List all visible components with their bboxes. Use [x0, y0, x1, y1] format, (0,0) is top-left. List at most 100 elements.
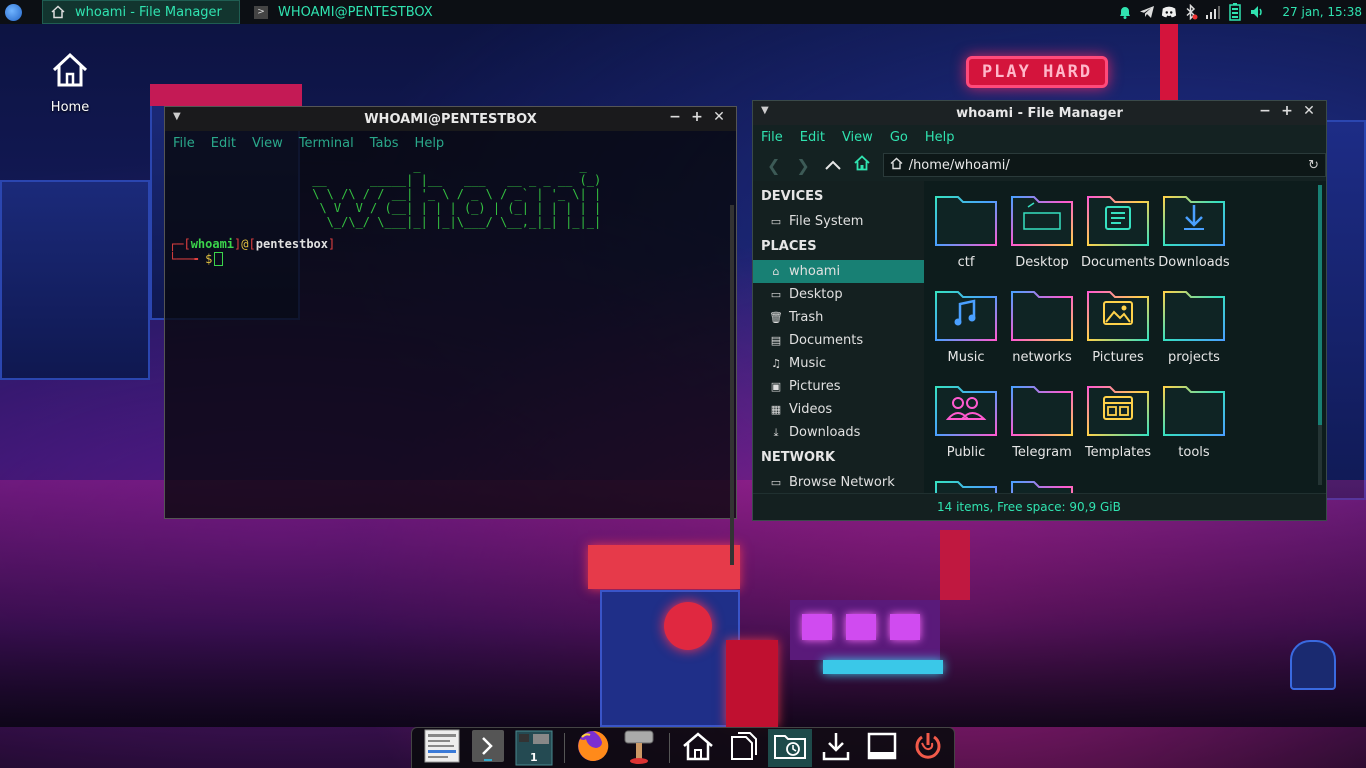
hammer-launcher[interactable] [617, 729, 661, 767]
folder-icon [1162, 291, 1226, 346]
prompt-user: whoami [190, 237, 235, 251]
back-button[interactable]: ❮ [759, 156, 788, 175]
folder-item[interactable]: Public [928, 383, 1004, 460]
bluetooth-icon[interactable] [1183, 4, 1199, 20]
sidebar-item-file-system[interactable]: ▭ File System [753, 210, 924, 233]
taskbar-terminal[interactable]: > WHOAMI@PENTESTBOX [246, 0, 441, 24]
file-manager-titlebar[interactable]: ▼ whoami - File Manager − + ✕ [753, 101, 1326, 125]
sidebar-item-whoami[interactable]: ⌂ whoami [753, 260, 924, 283]
menu-file[interactable]: File [173, 136, 195, 151]
location-path: /home/whoami/ [908, 157, 1010, 173]
terminal-launcher[interactable] [466, 729, 510, 767]
folder-item[interactable]: Pictures [1080, 288, 1156, 365]
reload-icon[interactable]: ↻ [1308, 158, 1319, 173]
volume-icon[interactable] [1249, 4, 1265, 20]
sidebar-item-downloads[interactable]: ⤓ Downloads [753, 421, 924, 444]
signal-strength-icon[interactable] [1205, 4, 1221, 20]
scrollbar-thumb[interactable] [1318, 185, 1322, 425]
location-bar[interactable]: /home/whoami/ ↻ [882, 153, 1327, 177]
downloads-launcher[interactable] [814, 729, 858, 767]
icon-view-scrollbar[interactable] [1318, 185, 1322, 485]
folder-item[interactable]: ctf [928, 193, 1004, 270]
folder-icon-view[interactable]: ctf Desktop Documents Downloads Music network… [924, 181, 1326, 493]
firefox-launcher[interactable] [571, 729, 615, 767]
desktop-icon: ▭ [770, 288, 782, 301]
sidebar-item-browse-network[interactable]: ▭ Browse Network [753, 471, 924, 494]
telegram-icon[interactable] [1139, 4, 1155, 20]
forward-button[interactable]: ❯ [788, 156, 817, 175]
minimize-button[interactable]: − [1254, 103, 1276, 119]
menu-help[interactable]: Help [925, 130, 955, 145]
sidebar-item-label: Videos [789, 402, 833, 417]
window-launcher[interactable] [860, 729, 904, 767]
folder-item[interactable]: networks [1004, 288, 1080, 365]
folder-icon [1086, 291, 1150, 346]
close-button[interactable]: ✕ [708, 109, 730, 125]
taskbar-label: WHOAMI@PENTESTBOX [278, 4, 433, 20]
menu-terminal[interactable]: Terminal [299, 136, 354, 151]
discord-icon[interactable] [1161, 4, 1177, 20]
window-menu-icon[interactable]: ▼ [173, 111, 181, 122]
folder-icon [1162, 196, 1226, 251]
parent-folder-button[interactable] [818, 156, 847, 175]
folder-icon [1086, 386, 1150, 441]
folder-item[interactable]: projects [1156, 288, 1232, 365]
menu-edit[interactable]: Edit [211, 136, 236, 151]
menu-view[interactable]: View [252, 136, 283, 151]
files-launcher[interactable] [722, 729, 766, 767]
wallpaper-window [802, 614, 832, 640]
home-icon [51, 5, 65, 19]
minimize-button[interactable]: − [664, 109, 686, 125]
sidebar-item-label: Music [789, 356, 826, 371]
task-manager-launcher[interactable] [420, 729, 464, 767]
sidebar-item-pictures[interactable]: ▣ Pictures [753, 375, 924, 398]
menu-edit[interactable]: Edit [800, 130, 825, 145]
folder-item[interactable]: Music [928, 288, 1004, 365]
folder-item[interactable] [1004, 478, 1080, 493]
home-icon [890, 157, 903, 173]
folder-label: tools [1178, 445, 1210, 460]
power-launcher[interactable] [906, 729, 950, 767]
menu-tabs[interactable]: Tabs [370, 136, 399, 151]
folder-item[interactable] [928, 478, 1004, 493]
wallpaper-window [846, 614, 876, 640]
dock-separator [564, 733, 565, 763]
sidebar-item-documents[interactable]: ▤ Documents [753, 329, 924, 352]
hammer-icon [622, 727, 656, 768]
terminal-output[interactable]: _ _ __ _____| |__ ___ __ _ _ __ (_) \ \ … [165, 155, 736, 565]
menu-help[interactable]: Help [415, 136, 445, 151]
recent-folder-launcher[interactable] [768, 729, 812, 767]
task-manager-icon [424, 729, 460, 767]
application-menu-button[interactable] [0, 0, 26, 24]
terminal-scrollbar[interactable] [730, 205, 734, 565]
taskbar-file-manager[interactable]: whoami - File Manager [42, 0, 240, 24]
desktop-icon-label: Home [50, 100, 90, 115]
folder-item[interactable]: Documents [1080, 193, 1156, 270]
terminal-titlebar[interactable]: ▼ WHOAMI@PENTESTBOX − + ✕ [165, 107, 736, 131]
workspace-switcher[interactable]: 1 [512, 729, 556, 767]
menu-go[interactable]: Go [890, 130, 908, 145]
window-menu-icon[interactable]: ▼ [761, 105, 769, 116]
home-button[interactable] [847, 154, 876, 176]
battery-icon[interactable] [1227, 3, 1243, 21]
sidebar-item-music[interactable]: ♫ Music [753, 352, 924, 375]
folder-item[interactable]: Telegram [1004, 383, 1080, 460]
close-button[interactable]: ✕ [1298, 103, 1320, 119]
maximize-button[interactable]: + [1276, 103, 1298, 119]
menu-file[interactable]: File [761, 130, 783, 145]
sidebar-item-trash[interactable]: 🗑 Trash [753, 306, 924, 329]
sidebar-header-devices: DEVICES [761, 189, 824, 204]
sidebar-item-videos[interactable]: ▦ Videos [753, 398, 924, 421]
sidebar-item-label: File System [789, 214, 864, 229]
desktop-icon-home[interactable]: Home [44, 50, 96, 115]
folder-item[interactable]: Templates [1080, 383, 1156, 460]
notification-bell-icon[interactable] [1117, 4, 1133, 20]
menu-view[interactable]: View [842, 130, 873, 145]
folder-item[interactable]: tools [1156, 383, 1232, 460]
sidebar-item-desktop[interactable]: ▭ Desktop [753, 283, 924, 306]
maximize-button[interactable]: + [686, 109, 708, 125]
clock[interactable]: 27 jan, 15:38 [1282, 5, 1362, 19]
folder-item[interactable]: Downloads [1156, 193, 1232, 270]
folder-item[interactable]: Desktop [1004, 193, 1080, 270]
home-folder-launcher[interactable] [676, 729, 720, 767]
